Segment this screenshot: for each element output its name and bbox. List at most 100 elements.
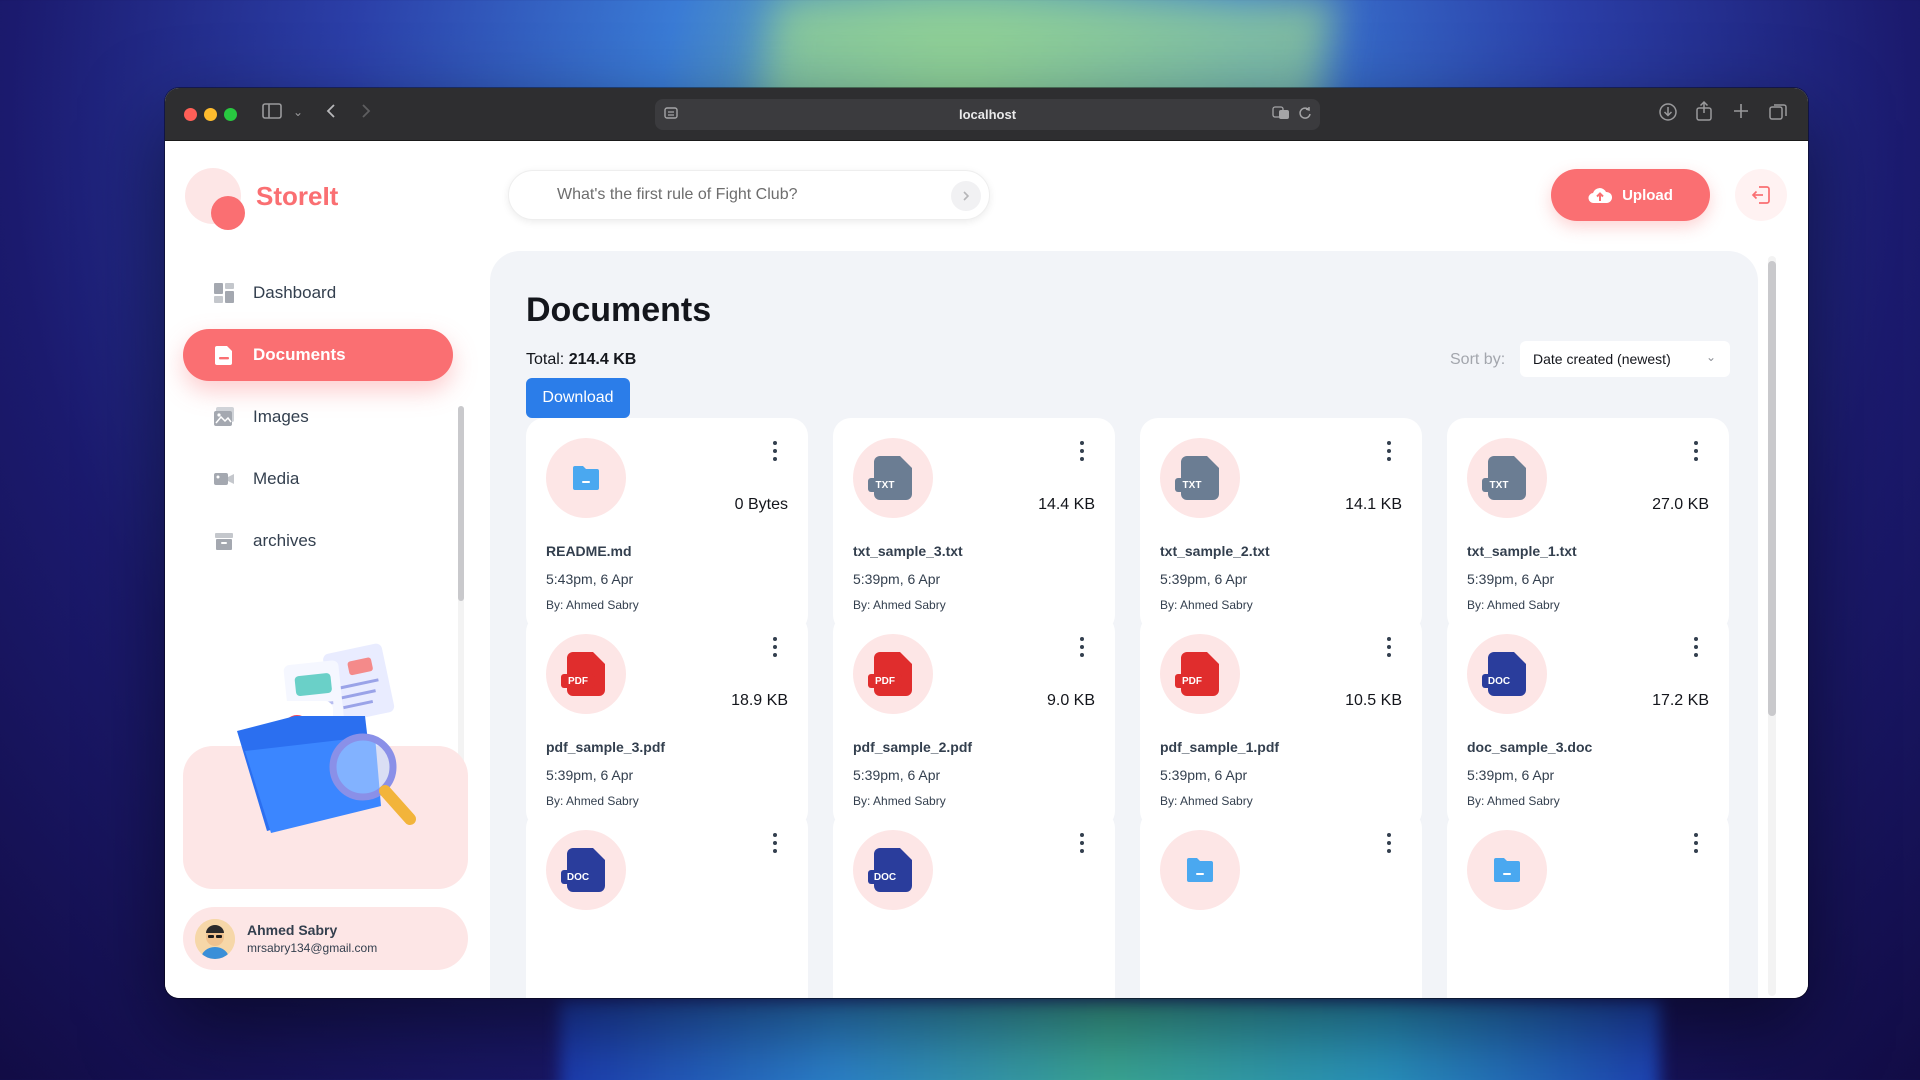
sidebar-item-documents[interactable]: Documents bbox=[183, 329, 453, 381]
address-bar[interactable]: localhost bbox=[655, 99, 1320, 130]
zoom-window-button[interactable] bbox=[224, 108, 237, 121]
file-thumbnail[interactable] bbox=[546, 438, 626, 518]
more-options-icon[interactable] bbox=[1384, 438, 1394, 464]
sidebar-toggle-icon[interactable] bbox=[262, 102, 282, 125]
documents-icon bbox=[215, 346, 232, 365]
page-settings-icon[interactable] bbox=[663, 105, 679, 125]
file-thumbnail[interactable]: PDF bbox=[853, 634, 933, 714]
sidebar-scrollbar[interactable] bbox=[458, 406, 464, 766]
minimize-window-button[interactable] bbox=[204, 108, 217, 121]
file-card[interactable]: TXT 27.0 KB txt_sample_1.txt 5:39pm, 6 Apr B… bbox=[1447, 418, 1729, 633]
total-value: 214.4 KB bbox=[568, 351, 637, 368]
file-card[interactable]: DOC bbox=[833, 810, 1115, 998]
tab-overview-icon[interactable] bbox=[1768, 102, 1788, 127]
file-thumbnail[interactable]: PDF bbox=[546, 634, 626, 714]
file-size: 27.0 KB bbox=[1652, 496, 1709, 513]
archive-icon bbox=[215, 533, 233, 550]
more-options-icon[interactable] bbox=[770, 830, 780, 856]
reload-icon[interactable] bbox=[1298, 105, 1312, 125]
more-options-icon[interactable] bbox=[1077, 634, 1087, 660]
file-owner: By: Ahmed Sabry bbox=[1467, 598, 1560, 612]
file-thumbnail[interactable]: PDF bbox=[1160, 634, 1240, 714]
app-root: StoreIt Upload bbox=[165, 141, 1808, 998]
more-options-icon[interactable] bbox=[1691, 438, 1701, 464]
user-email: mrsabry134@gmail.com bbox=[247, 941, 378, 955]
doc-file-icon: DOC bbox=[1482, 652, 1526, 696]
more-options-icon[interactable] bbox=[770, 634, 780, 660]
search-bar[interactable] bbox=[508, 170, 990, 220]
file-card[interactable]: TXT 14.4 KB txt_sample_3.txt 5:39pm, 6 Apr B… bbox=[833, 418, 1115, 633]
file-name: txt_sample_2.txt bbox=[1160, 543, 1270, 559]
file-card[interactable]: PDF 9.0 KB pdf_sample_2.pdf 5:39pm, 6 Apr By… bbox=[833, 614, 1115, 829]
translate-icon[interactable] bbox=[1272, 105, 1290, 125]
app-brand-name[interactable]: StoreIt bbox=[256, 181, 338, 212]
txt-file-icon: TXT bbox=[1482, 456, 1526, 500]
chevron-down-icon[interactable]: ⌄ bbox=[293, 105, 303, 119]
file-date: 5:39pm, 6 Apr bbox=[1160, 767, 1248, 783]
file-thumbnail[interactable] bbox=[1160, 830, 1240, 910]
downloads-icon[interactable] bbox=[1658, 102, 1678, 127]
file-date: 5:39pm, 6 Apr bbox=[1467, 571, 1555, 587]
file-owner: By: Ahmed Sabry bbox=[546, 794, 639, 808]
logout-button[interactable] bbox=[1735, 169, 1787, 221]
doc-file-icon: DOC bbox=[561, 848, 605, 892]
file-card[interactable]: DOC 17.2 KB doc_sample_3.doc 5:39pm, 6 Apr B… bbox=[1447, 614, 1729, 829]
download-button[interactable]: Download bbox=[526, 378, 630, 418]
more-options-icon[interactable] bbox=[1077, 438, 1087, 464]
sidebar-item-label: archives bbox=[253, 531, 317, 550]
txt-file-icon: TXT bbox=[1175, 456, 1219, 500]
file-name: pdf_sample_2.pdf bbox=[853, 739, 973, 755]
file-owner: By: Ahmed Sabry bbox=[1160, 794, 1253, 808]
sidebar-item-media[interactable]: Media bbox=[183, 453, 453, 505]
file-thumbnail[interactable]: TXT bbox=[1160, 438, 1240, 518]
file-size: 14.1 KB bbox=[1345, 496, 1402, 513]
more-options-icon[interactable] bbox=[1384, 634, 1394, 660]
sort-label: Sort by: bbox=[1450, 351, 1506, 368]
close-window-button[interactable] bbox=[184, 108, 197, 121]
sidebar-item-archives[interactable]: archives bbox=[183, 515, 453, 567]
sidebar-nav: Dashboard Documents Images Media archive… bbox=[183, 267, 473, 627]
main-scrollbar[interactable] bbox=[1768, 256, 1776, 996]
file-thumbnail[interactable]: DOC bbox=[853, 830, 933, 910]
sidebar-item-dashboard[interactable]: Dashboard bbox=[183, 267, 453, 319]
file-card[interactable]: TXT 14.1 KB txt_sample_2.txt 5:39pm, 6 Apr B… bbox=[1140, 418, 1422, 633]
total-label: Total: bbox=[526, 351, 565, 368]
file-thumbnail[interactable]: TXT bbox=[853, 438, 933, 518]
more-options-icon[interactable] bbox=[1691, 634, 1701, 660]
forward-icon[interactable] bbox=[360, 102, 372, 125]
back-icon[interactable] bbox=[325, 102, 337, 125]
file-thumbnail[interactable]: DOC bbox=[546, 830, 626, 910]
file-card[interactable] bbox=[1140, 810, 1422, 998]
share-icon[interactable] bbox=[1695, 100, 1713, 127]
file-thumbnail[interactable]: TXT bbox=[1467, 438, 1547, 518]
new-tab-icon[interactable] bbox=[1732, 102, 1750, 125]
pdf-file-icon: PDF bbox=[561, 652, 605, 696]
file-card[interactable]: PDF 10.5 KB pdf_sample_1.pdf 5:39pm, 6 Apr B… bbox=[1140, 614, 1422, 829]
file-name: README.md bbox=[546, 543, 632, 559]
more-options-icon[interactable] bbox=[1691, 830, 1701, 856]
search-submit-button[interactable] bbox=[951, 181, 981, 211]
user-profile-card[interactable]: Ahmed Sabry mrsabry134@gmail.com bbox=[183, 907, 468, 970]
search-input[interactable] bbox=[557, 171, 937, 219]
sidebar-item-images[interactable]: Images bbox=[183, 391, 453, 443]
sort-select[interactable]: Date created (newest) ⌄ bbox=[1520, 341, 1730, 377]
file-card[interactable]: PDF 18.9 KB pdf_sample_3.pdf 5:39pm, 6 Apr B… bbox=[526, 614, 808, 829]
file-date: 5:43pm, 6 Apr bbox=[546, 571, 634, 587]
file-thumbnail[interactable] bbox=[1467, 830, 1547, 910]
media-icon bbox=[214, 473, 234, 485]
upload-button[interactable]: Upload bbox=[1551, 169, 1710, 221]
pdf-file-icon: PDF bbox=[1175, 652, 1219, 696]
file-thumbnail[interactable]: DOC bbox=[1467, 634, 1547, 714]
more-options-icon[interactable] bbox=[1077, 830, 1087, 856]
files-illustration bbox=[237, 643, 416, 833]
file-card[interactable]: 0 Bytes README.md 5:43pm, 6 Apr By: Ahmed S… bbox=[526, 418, 808, 633]
file-card[interactable]: DOC bbox=[526, 810, 808, 998]
avatar[interactable] bbox=[195, 918, 235, 959]
file-owner: By: Ahmed Sabry bbox=[546, 598, 639, 612]
more-options-icon[interactable] bbox=[1384, 830, 1394, 856]
logout-icon bbox=[1751, 186, 1770, 204]
more-options-icon[interactable] bbox=[770, 438, 780, 464]
file-name: doc_sample_3.doc bbox=[1467, 739, 1593, 755]
file-owner: By: Ahmed Sabry bbox=[853, 794, 946, 808]
file-card[interactable] bbox=[1447, 810, 1729, 998]
